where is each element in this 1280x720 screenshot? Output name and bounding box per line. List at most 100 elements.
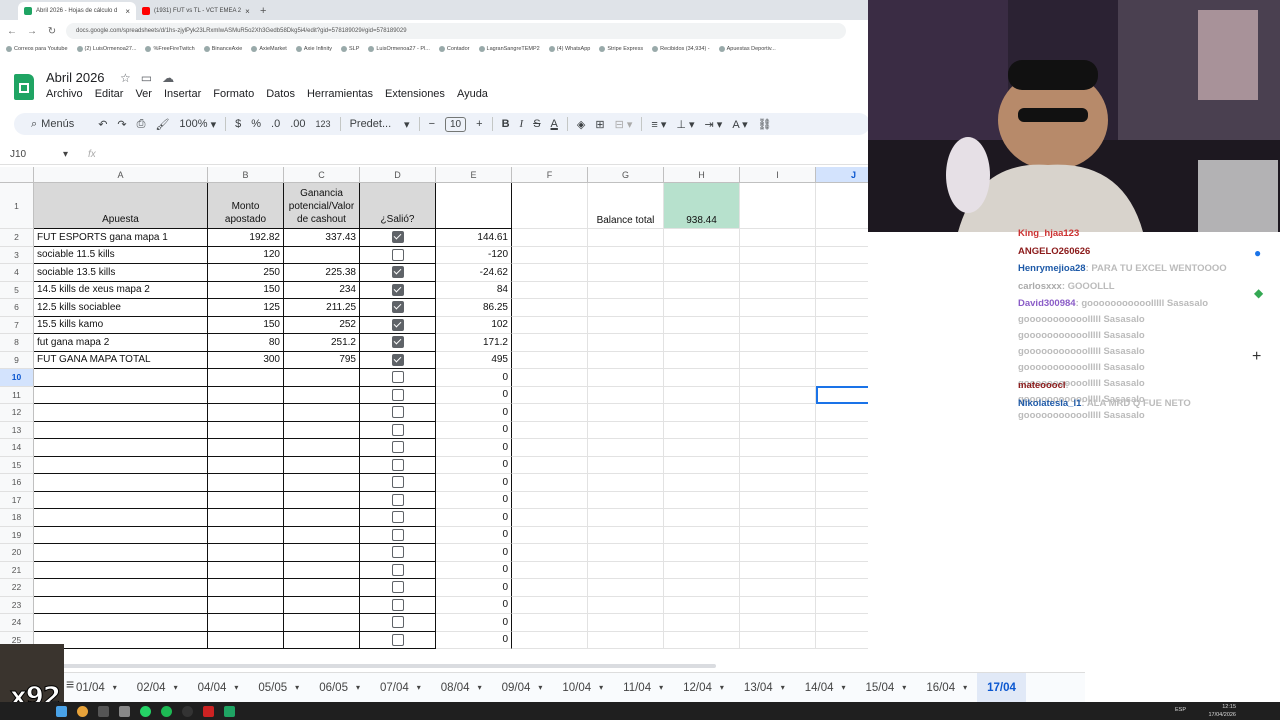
cell[interactable]	[664, 596, 740, 614]
cell[interactable]	[512, 421, 588, 439]
text-wrap-icon[interactable]: ⇥ ▾	[700, 113, 728, 135]
cell-salio[interactable]	[360, 281, 436, 299]
cell[interactable]	[816, 614, 868, 632]
chat-username[interactable]: carlosxxx	[1018, 281, 1062, 292]
cell[interactable]	[816, 474, 868, 492]
row-header[interactable]: 23	[0, 596, 34, 614]
cell-monto[interactable]: 192.82	[208, 229, 284, 247]
cell-monto[interactable]: 150	[208, 316, 284, 334]
cell[interactable]	[816, 439, 868, 457]
cell-apuesta[interactable]: FUT ESPORTS gana mapa 1	[34, 229, 208, 247]
taskview-icon[interactable]	[98, 705, 109, 717]
reload-icon[interactable]: ↻	[46, 26, 58, 37]
sheet-tab[interactable]: 07/04 ▾	[370, 673, 431, 703]
cell[interactable]: Balance total	[588, 183, 664, 229]
checkbox-unchecked[interactable]	[391, 493, 404, 506]
cell-monto[interactable]	[208, 491, 284, 509]
cell[interactable]	[664, 439, 740, 457]
cell-resultado[interactable]: 0	[436, 614, 512, 632]
cell[interactable]	[664, 474, 740, 492]
bookmark-item[interactable]: Apuestas Deportiv...	[718, 46, 776, 52]
cell[interactable]	[816, 334, 868, 352]
cell[interactable]	[512, 561, 588, 579]
doc-title[interactable]: Abril 2026	[46, 70, 105, 85]
chat-username[interactable]: Henrymejioa28	[1018, 263, 1086, 274]
checkbox-unchecked[interactable]	[391, 406, 404, 419]
chat-username[interactable]: David300984	[1018, 298, 1076, 309]
cell[interactable]	[664, 316, 740, 334]
cell[interactable]	[588, 299, 664, 317]
column-header-d[interactable]: D	[360, 167, 436, 183]
horizontal-scrollbar[interactable]	[36, 664, 716, 668]
cell[interactable]	[588, 421, 664, 439]
cell-resultado[interactable]: -24.62	[436, 264, 512, 282]
zoom-select[interactable]: 100% ▾	[174, 113, 221, 135]
undo-icon[interactable]: ↶	[93, 113, 112, 135]
cell-salio[interactable]	[360, 544, 436, 562]
cell[interactable]	[588, 439, 664, 457]
merge-cells-icon[interactable]: ⊟ ▾	[610, 113, 638, 135]
cell-apuesta[interactable]: sociable 13.5 kills	[34, 264, 208, 282]
cell-monto[interactable]	[208, 404, 284, 422]
cell[interactable]	[740, 544, 816, 562]
cell-monto[interactable]	[208, 614, 284, 632]
cell[interactable]	[816, 282, 868, 299]
cell-apuesta[interactable]: 15.5 kills kamo	[34, 316, 208, 334]
browser-tab[interactable]: Abril 2026 - Hojas de cálculo d ×	[18, 2, 136, 20]
cell-ganancia[interactable]	[284, 386, 360, 404]
cell-ganancia[interactable]: 252	[284, 316, 360, 334]
column-header-c[interactable]: C	[284, 167, 360, 183]
cell-ganancia[interactable]: 337.43	[284, 229, 360, 247]
cell[interactable]	[512, 386, 588, 404]
cell[interactable]	[816, 562, 868, 579]
cell-salio[interactable]	[360, 614, 436, 632]
font-size-decrease-icon[interactable]: −	[424, 113, 440, 135]
checkbox-unchecked[interactable]	[391, 633, 404, 646]
cell[interactable]	[816, 229, 868, 247]
cell-resultado[interactable]: 0	[436, 544, 512, 562]
column-header-f[interactable]: F	[512, 167, 588, 183]
cell[interactable]	[740, 631, 816, 649]
bookmark-item[interactable]: Axie Infinity	[295, 46, 332, 52]
cell-apuesta[interactable]	[34, 386, 208, 404]
cell-apuesta[interactable]	[34, 474, 208, 492]
cell[interactable]	[664, 229, 740, 247]
checkbox-unchecked[interactable]	[391, 598, 404, 611]
cell[interactable]	[588, 456, 664, 474]
record-icon[interactable]	[203, 705, 214, 717]
chevron-down-icon[interactable]: ▾	[781, 683, 785, 692]
row-header[interactable]: 4	[0, 264, 34, 282]
cell-monto[interactable]	[208, 386, 284, 404]
app-icon[interactable]	[119, 705, 130, 717]
cell-ganancia[interactable]	[284, 421, 360, 439]
menu-item[interactable]: Formato	[213, 88, 254, 100]
cell-apuesta[interactable]	[34, 596, 208, 614]
cell[interactable]	[588, 526, 664, 544]
header-cell-b[interactable]: Monto apostado	[208, 183, 284, 229]
cell[interactable]	[816, 544, 868, 562]
system-clock[interactable]: ESP 12:15 17/04/2026	[1175, 702, 1236, 720]
cell[interactable]	[512, 579, 588, 597]
cell-monto[interactable]: 125	[208, 299, 284, 317]
cell[interactable]	[512, 264, 588, 282]
checkbox-unchecked[interactable]	[391, 458, 404, 471]
cell[interactable]	[512, 544, 588, 562]
bookmark-item[interactable]: LuisOrmenoa27 - Pl...	[368, 46, 430, 52]
cell[interactable]	[816, 422, 868, 439]
address-bar[interactable]: docs.google.com/spreadsheets/d/1hs-zjylP…	[66, 23, 846, 39]
cell[interactable]	[512, 491, 588, 509]
sheet-tab[interactable]: 10/04 ▾	[552, 673, 613, 703]
chrome-icon[interactable]	[77, 705, 88, 717]
cell[interactable]	[588, 404, 664, 422]
cell-monto[interactable]	[208, 509, 284, 527]
row-header[interactable]: 24	[0, 614, 34, 632]
row-header[interactable]: 22	[0, 579, 34, 597]
name-box[interactable]: J10 ▾	[0, 149, 76, 160]
row-header[interactable]: 7	[0, 316, 34, 334]
cell[interactable]	[816, 579, 868, 597]
cell[interactable]	[512, 316, 588, 334]
row-header[interactable]: 16	[0, 474, 34, 492]
cell-ganancia[interactable]	[284, 456, 360, 474]
balance-value-cell[interactable]: 938.44	[664, 183, 740, 229]
cell-monto[interactable]	[208, 596, 284, 614]
